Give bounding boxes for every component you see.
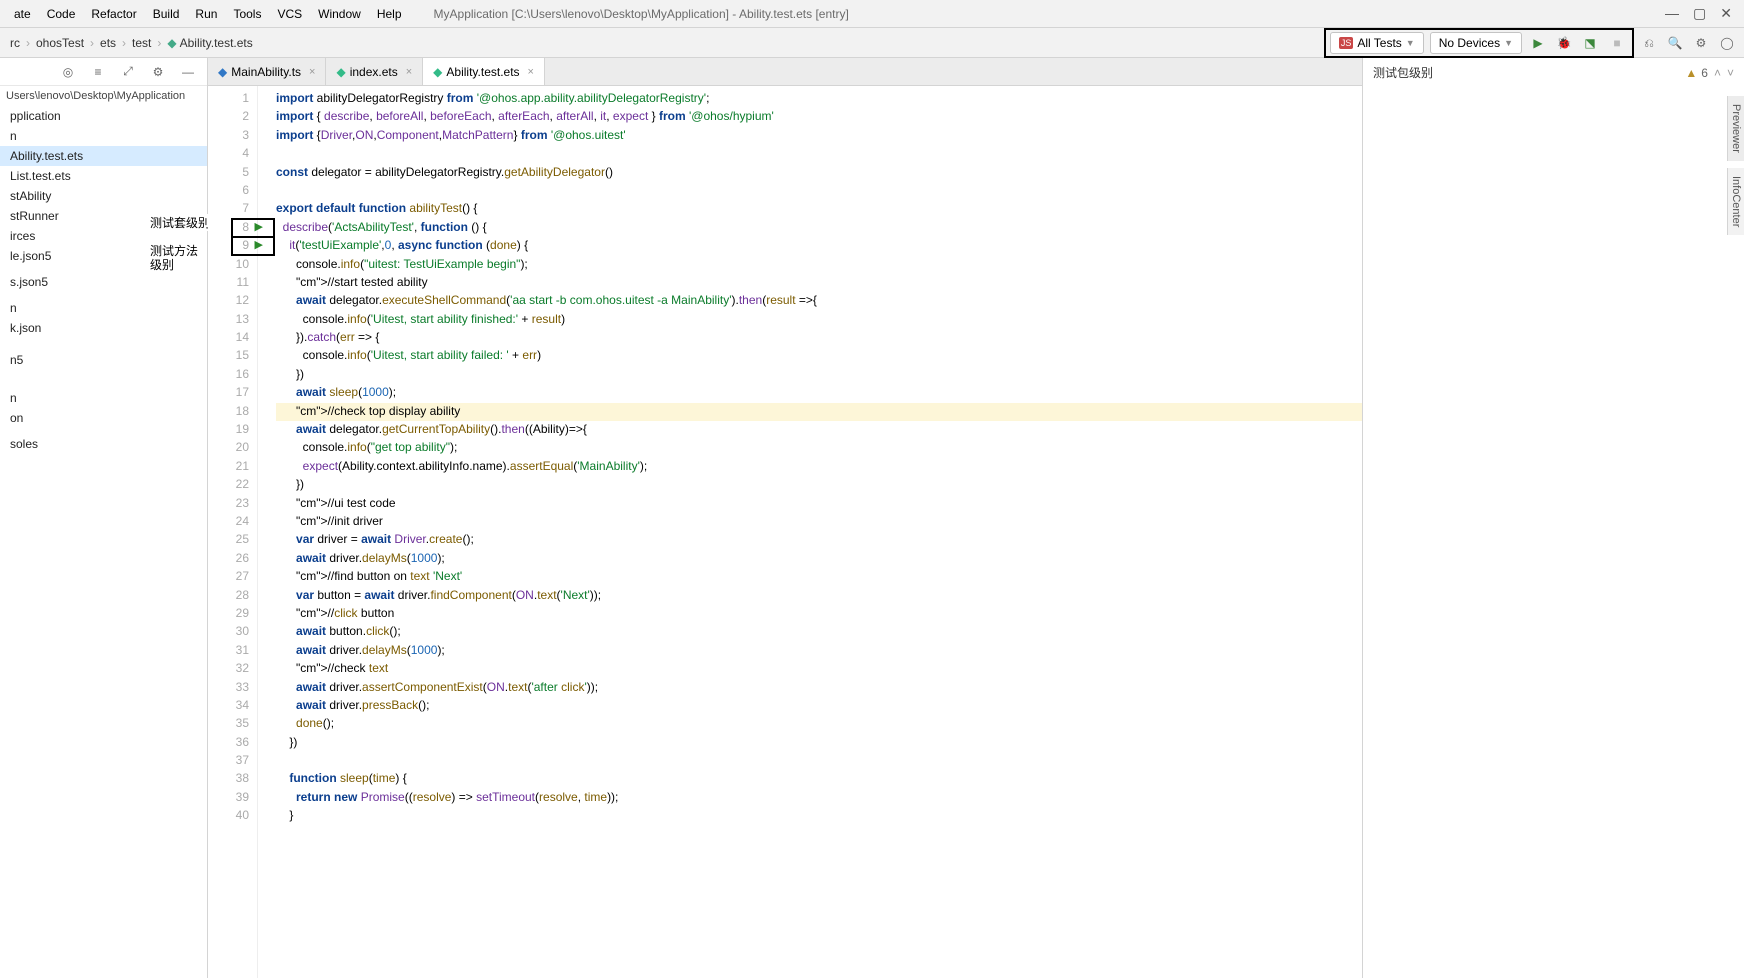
gear-icon[interactable]: ⚙ [147,61,169,83]
warning-icon[interactable]: ▲ [1685,66,1697,80]
ets-file-icon: ◆ [433,65,442,79]
run-config-dropdown[interactable]: JS All Tests ▼ [1330,32,1424,54]
expand-icon[interactable]: ⤢ [117,61,139,83]
editor-tabs: ◆MainAbility.ts× ◆index.ets× ◆Ability.te… [208,58,1362,86]
device-dropdown[interactable]: No Devices ▼ [1430,32,1522,54]
device-label: No Devices [1439,36,1500,50]
down-icon[interactable]: ˅ [1727,66,1734,80]
run-config-label: All Tests [1357,36,1401,50]
stop-button[interactable]: ■ [1606,32,1628,54]
debug-button[interactable]: 🐞 [1554,36,1574,50]
run-button[interactable]: ▶ [1528,36,1548,50]
menubar: ate Code Refactor Build Run Tools VCS Wi… [0,0,1744,28]
target-icon[interactable]: ◎ [57,61,79,83]
coverage-button[interactable]: ⬔ [1580,36,1600,50]
close-icon[interactable]: ✕ [1720,5,1732,22]
infocenter-tab[interactable]: InfoCenter [1727,168,1744,235]
project-panel: ◎ ≡ ⤢ ⚙ — Users\lenovo\Desktop\MyApplica… [0,58,208,978]
menu-vcs[interactable]: VCS [269,3,310,25]
tab-ability-test[interactable]: ◆Ability.test.ets× [423,58,545,85]
editor: ◆MainAbility.ts× ◆index.ets× ◆Ability.te… [208,58,1362,978]
chevron-down-icon: ▼ [1406,38,1415,48]
code-text[interactable]: import abilityDelegatorRegistry from '@o… [258,86,1362,978]
close-icon[interactable]: × [406,66,412,78]
suite-level-label: 测试套级别 [150,214,210,231]
navbar: rc› ohosTest› ets› test› ◆Ability.test.e… [0,28,1744,58]
tree-item[interactable]: k.json [0,318,207,338]
search-icon[interactable]: 🔍 [1664,32,1686,54]
menu-tools[interactable]: Tools [225,3,269,25]
menu-build[interactable]: Build [145,3,188,25]
up-icon[interactable]: ˄ [1714,66,1721,80]
project-tree[interactable]: pplicationnAbility.test.etsList.test.ets… [0,106,207,978]
tree-item[interactable]: s.json5 [0,272,207,292]
crumb-0[interactable]: rc [6,34,24,52]
tree-item[interactable]: on [0,408,207,428]
code-area[interactable]: 12345678▶9▶10111213141516171819202122232… [208,86,1362,978]
close-icon[interactable]: × [309,66,315,78]
menu-code[interactable]: Code [39,3,84,25]
crumb-1[interactable]: ohosTest [32,34,88,52]
tree-item[interactable]: Ability.test.ets [0,146,207,166]
account-icon[interactable]: ◯ [1716,32,1738,54]
tree-item[interactable]: n [0,298,207,318]
ts-file-icon: ◆ [218,65,227,79]
tree-item[interactable]: List.test.ets [0,166,207,186]
method-level-label: 测试方法 级别 [150,244,198,272]
js-icon: JS [1339,37,1354,49]
ets-file-icon: ◆ [336,65,345,79]
package-level-label: 测试包级别 [1373,64,1433,81]
run-config-highlight: JS All Tests ▼ No Devices ▼ ▶ 🐞 ⬔ ■ [1324,28,1634,58]
warning-count: 6 [1701,66,1708,80]
maximize-icon[interactable]: ▢ [1693,5,1706,22]
ets-file-icon: ◆ [167,36,176,50]
close-icon[interactable]: × [528,66,534,78]
inspection-panel: 测试包级别 ▲ 6 ˄ ˅ [1362,58,1744,978]
menu-window[interactable]: Window [310,3,369,25]
menu-ate[interactable]: ate [6,3,39,25]
tree-item[interactable]: soles [0,434,207,454]
gutter[interactable]: 12345678▶9▶10111213141516171819202122232… [208,86,258,978]
menu-run[interactable]: Run [187,3,225,25]
window-title: MyApplication [C:\Users\lenovo\Desktop\M… [434,7,849,21]
project-path: Users\lenovo\Desktop\MyApplication [0,86,207,106]
crumb-3[interactable]: test [128,34,155,52]
tree-item[interactable]: n [0,126,207,146]
crumb-4[interactable]: ◆Ability.test.ets [163,34,256,52]
menu-refactor[interactable]: Refactor [83,3,144,25]
git-icon[interactable]: ⎌ [1638,32,1660,54]
crumb-2[interactable]: ets [96,34,120,52]
tree-item[interactable]: n [0,388,207,408]
minimize-icon[interactable]: — [1665,5,1679,22]
chevron-down-icon: ▼ [1504,38,1513,48]
previewer-tab[interactable]: Previewer [1727,96,1744,161]
tree-item[interactable]: pplication [0,106,207,126]
settings-icon[interactable]: ⚙ [1690,32,1712,54]
menu-help[interactable]: Help [369,3,410,25]
filter-icon[interactable]: ≡ [87,61,109,83]
tab-mainability[interactable]: ◆MainAbility.ts× [208,58,326,85]
tree-item[interactable]: stAbility [0,186,207,206]
tree-item[interactable]: n5 [0,350,207,370]
hide-icon[interactable]: — [177,61,199,83]
tab-index[interactable]: ◆index.ets× [326,58,423,85]
